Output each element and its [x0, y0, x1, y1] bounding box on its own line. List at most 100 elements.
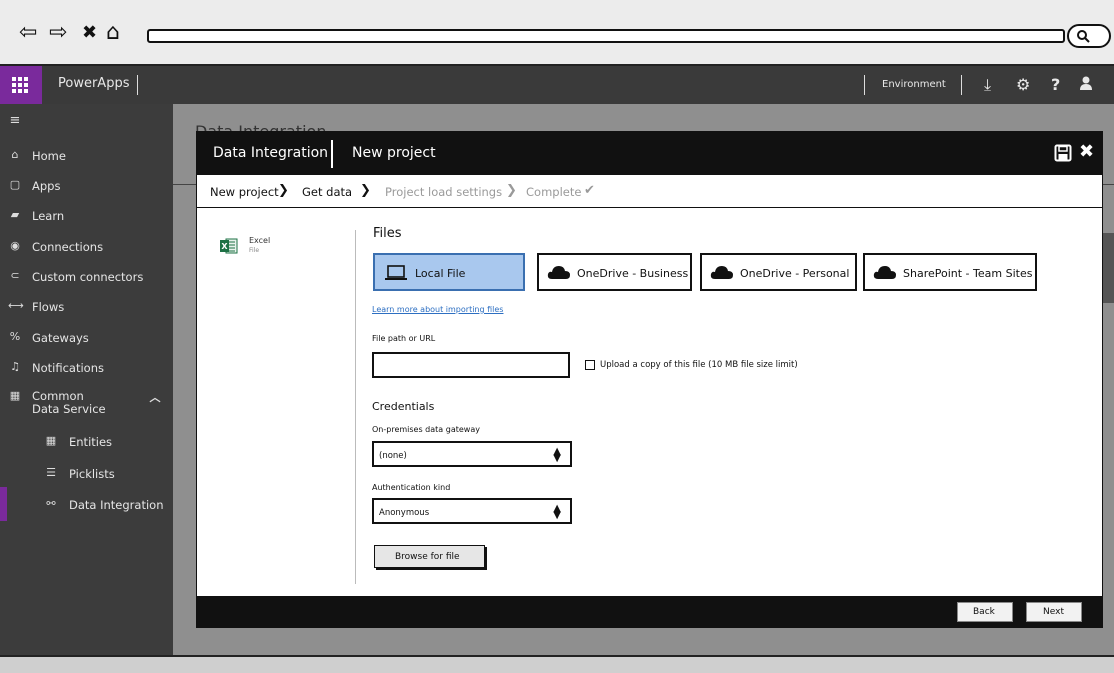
svg-text:X: X — [221, 242, 228, 251]
book-icon: ▰ — [10, 208, 20, 221]
integration-icon: ⚯ — [46, 497, 56, 510]
sidebar-item-label: Notifications — [32, 361, 104, 375]
sidebar-item-label: Common Data Service — [32, 389, 106, 416]
grid-icon: ▦ — [45, 434, 57, 447]
hamburger-menu[interactable]: ≡ — [0, 112, 173, 132]
files-heading: Files — [373, 226, 402, 241]
wizard-step-project-load-settings: Project load settings — [385, 185, 503, 199]
button-label: Browse for file — [395, 552, 460, 562]
download-icon[interactable]: ⤓ — [984, 75, 991, 95]
help-icon[interactable]: ? — [1051, 75, 1060, 95]
chevron-right-icon: ❯ — [278, 183, 289, 198]
status-bar — [0, 655, 1114, 673]
dialog-subtitle: New project — [352, 145, 436, 161]
dialog-footer: Back Next — [197, 596, 1102, 628]
close-icon[interactable]: ✖ — [82, 22, 97, 44]
sidebar-item-connections[interactable]: ◉ Connections — [0, 232, 173, 262]
cloud-icon — [873, 266, 896, 279]
sidebar-item-label: Entities — [69, 435, 113, 449]
app-name[interactable]: PowerApps — [58, 76, 129, 91]
learn-more-link[interactable]: Learn more about importing files — [372, 305, 503, 314]
wizard-step-get-data[interactable]: Get data — [302, 185, 352, 199]
onedrive-business-button[interactable]: OneDrive - Business — [537, 253, 692, 291]
source-kind: File — [249, 247, 260, 254]
sidebar-item-picklists[interactable]: ☰ Picklists — [0, 459, 173, 489]
connector-icon: ⊂ — [10, 269, 20, 282]
sidebar-item-learn[interactable]: ▰ Learn — [0, 201, 173, 231]
sharepoint-team-sites-button[interactable]: SharePoint - Team Sites — [863, 253, 1037, 291]
browser-search[interactable] — [1067, 24, 1111, 48]
sidebar-item-data-integration[interactable]: ⚯ Data Integration — [0, 490, 173, 520]
sidebar-item-label: Flows — [32, 300, 65, 314]
sidebar-item-gateways[interactable]: % Gateways — [0, 323, 173, 353]
sidebar-item-label: Gateways — [32, 331, 89, 345]
address-bar[interactable] — [147, 29, 1065, 43]
checkmark-icon: ✔ — [584, 183, 595, 198]
active-indicator — [0, 487, 7, 521]
dialog-title: Data Integration — [213, 145, 329, 161]
bell-icon: ♫ — [10, 360, 20, 373]
sidebar-item-label: Learn — [32, 209, 65, 223]
app-launcher-button[interactable] — [0, 66, 42, 104]
sidebar-item-entities[interactable]: ▦ Entities — [0, 427, 173, 457]
wizard-step-new-project[interactable]: New project — [210, 185, 279, 199]
save-icon[interactable] — [1054, 144, 1072, 162]
divider — [355, 230, 356, 584]
divider — [331, 140, 333, 168]
close-icon[interactable]: ✖ — [1079, 141, 1094, 163]
flow-icon: ⟷ — [8, 299, 24, 312]
sort-arrows-icon: ▲ ▼ — [553, 446, 561, 464]
waffle-icon — [12, 77, 30, 93]
button-label: Back — [973, 607, 995, 617]
chevron-up-icon[interactable]: ︿ — [148, 391, 162, 405]
new-project-dialog: Data Integration New project ✖ New proje… — [196, 131, 1103, 628]
gateway-label: On-premises data gateway — [372, 425, 480, 434]
cloud-icon — [547, 266, 570, 279]
back-button[interactable]: Back — [957, 602, 1013, 622]
sidebar-item-custom-connectors[interactable]: ⊂ Custom connectors — [0, 262, 173, 292]
wizard-step-complete: Complete — [526, 185, 582, 199]
sidebar-item-label: Connections — [32, 240, 104, 254]
auth-kind-label: Authentication kind — [372, 483, 451, 492]
divider — [864, 75, 865, 95]
source-button-label: Local File — [415, 267, 466, 280]
chevron-right-icon: ❯ — [360, 183, 371, 198]
environment-picker[interactable]: Environment — [882, 79, 946, 90]
back-arrow-icon[interactable]: ⇦ — [19, 22, 37, 44]
user-icon[interactable] — [1078, 75, 1094, 96]
sidebar: ≡ ⌂ Home ▢ Apps ▰ Learn ◉ Connections ⊂ … — [0, 104, 173, 655]
sidebar-item-label: Apps — [32, 179, 61, 193]
sidebar-item-flows[interactable]: ⟷ Flows — [0, 292, 173, 322]
scrollbar[interactable] — [1103, 233, 1114, 303]
button-label: Next — [1043, 607, 1064, 617]
onedrive-personal-button[interactable]: OneDrive - Personal — [700, 253, 857, 291]
sidebar-item-label: Custom connectors — [32, 270, 144, 284]
home-icon: ⌂ — [11, 148, 19, 161]
next-button[interactable]: Next — [1026, 602, 1082, 622]
credentials-heading: Credentials — [372, 400, 435, 413]
sidebar-item-notifications[interactable]: ♫ Notifications — [0, 353, 173, 383]
divider — [961, 75, 962, 95]
gear-icon[interactable]: ⚙ — [1016, 75, 1030, 95]
upload-copy-checkbox[interactable] — [585, 360, 595, 370]
sidebar-item-home[interactable]: ⌂ Home — [0, 141, 173, 171]
sidebar-item-common-data-service[interactable]: ▦ Common Data Service ︿ — [0, 382, 173, 418]
source-button-label: OneDrive - Personal — [740, 267, 850, 280]
gateway-icon: % — [9, 330, 21, 343]
auth-kind-select[interactable]: Anonymous ▲ ▼ — [372, 498, 572, 524]
sort-arrows-icon: ▲ ▼ — [553, 503, 561, 521]
file-path-label: File path or URL — [372, 334, 436, 343]
chevron-right-icon: ❯ — [506, 183, 517, 198]
sidebar-item-label: Picklists — [69, 467, 115, 481]
home-icon[interactable]: ⌂ — [106, 22, 120, 44]
file-path-input[interactable] — [372, 352, 570, 378]
gateway-select[interactable]: (none) ▲ ▼ — [372, 441, 572, 467]
app-header: PowerApps Environment ⤓ ⚙ ? — [0, 66, 1114, 104]
list-icon: ☰ — [46, 466, 56, 479]
auth-kind-value: Anonymous — [379, 508, 430, 518]
source-name: Excel — [249, 236, 271, 245]
sidebar-item-apps[interactable]: ▢ Apps — [0, 171, 173, 201]
browse-for-file-button[interactable]: Browse for file — [374, 545, 485, 568]
local-file-button[interactable]: Local File — [373, 253, 525, 291]
forward-arrow-icon[interactable]: ⇨ — [49, 22, 67, 44]
